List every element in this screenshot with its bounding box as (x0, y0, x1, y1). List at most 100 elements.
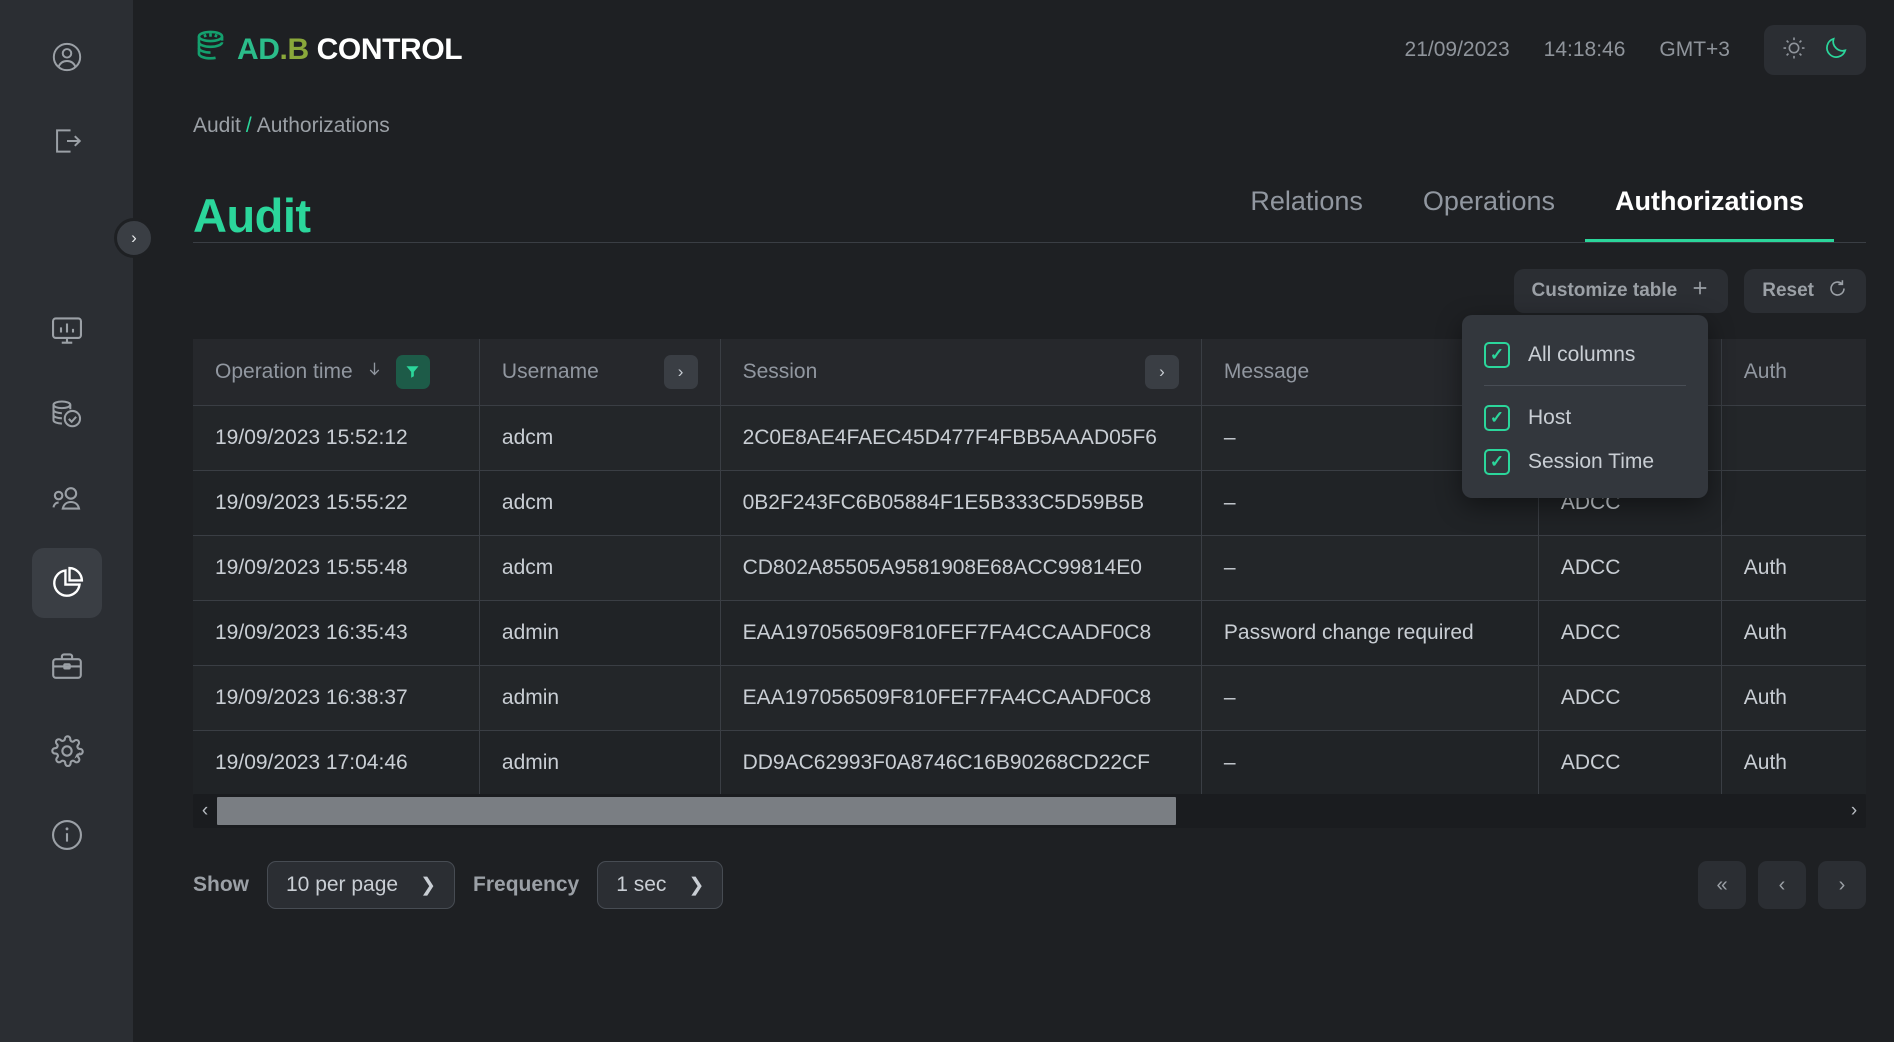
checkbox-checked-icon[interactable]: ✓ (1484, 342, 1510, 368)
scroll-right-icon[interactable]: › (1842, 800, 1866, 822)
scrollbar-thumb[interactable] (217, 797, 1176, 825)
sidebar-main-group (31, 296, 102, 870)
column-header-operation-time[interactable]: Operation time (193, 339, 480, 406)
briefcase-icon (49, 649, 85, 685)
breadcrumb: Audit / Authorizations (133, 100, 1894, 138)
header-time: 14:18:46 (1543, 38, 1626, 61)
table-row[interactable]: 19/09/2023 16:38:37 admin EAA197056509F8… (193, 665, 1866, 731)
per-page-select[interactable]: 10 per page ❯ (267, 861, 456, 909)
sidebar-top-group (32, 22, 102, 176)
sidebar-item-backup[interactable] (32, 380, 102, 450)
reset-label: Reset (1762, 280, 1814, 301)
cell-username: adcm (479, 535, 721, 601)
dropdown-item-host[interactable]: ✓ Host (1462, 396, 1708, 440)
cell-session: CD802A85505A9581908E68ACC99814E0 (720, 535, 1202, 601)
main-content: AD.B CONTROL 21/09/2023 14:18:46 GMT+3 A… (133, 0, 1894, 1042)
columns-dropdown: ✓ All columns ✓ Host ✓ Session Time (1462, 315, 1708, 498)
scrollbar-track[interactable] (217, 797, 1842, 825)
column-label-message: Message (1223, 359, 1310, 383)
filter-icon[interactable] (395, 354, 430, 389)
checkbox-checked-icon[interactable]: ✓ (1484, 405, 1510, 431)
dropdown-label-session-time: Session Time (1528, 450, 1655, 473)
logout-icon (50, 124, 84, 158)
first-page-button[interactable]: « (1698, 861, 1746, 909)
brand-name: AD.B CONTROL (237, 33, 463, 67)
breadcrumb-current: Authorizations (256, 114, 390, 137)
sidebar-item-logout[interactable] (32, 106, 102, 176)
breadcrumb-root[interactable]: Audit (193, 114, 241, 137)
backup-icon (49, 397, 85, 433)
frequency-label: Frequency (473, 873, 580, 896)
table-row[interactable]: 19/09/2023 17:04:46 admin DD9AC62993F0A8… (193, 730, 1866, 794)
cell-auth-type: ADCC (1538, 730, 1722, 794)
sidebar-item-account[interactable] (32, 22, 102, 92)
arrow-down-icon[interactable] (365, 359, 384, 384)
cell-operation-time: 19/09/2023 16:35:43 (193, 600, 480, 666)
sidebar-item-monitoring[interactable] (32, 296, 102, 366)
sidebar-item-info[interactable] (32, 800, 102, 870)
cell-username: admin (479, 665, 721, 731)
tab-relations[interactable]: Relations (1220, 186, 1393, 243)
audit-icon (48, 564, 86, 602)
sidebar-item-audit[interactable] (31, 548, 102, 618)
checkbox-checked-icon[interactable]: ✓ (1484, 449, 1510, 475)
theme-toggle[interactable] (1764, 25, 1866, 75)
next-page-button[interactable]: › (1818, 861, 1866, 909)
header-date: 21/09/2023 (1404, 38, 1510, 61)
sidebar-item-jobs[interactable] (32, 632, 102, 702)
cell-auth-type: ADCC (1538, 535, 1722, 601)
sun-icon[interactable] (1781, 35, 1807, 66)
database-stack-icon (193, 27, 235, 74)
scroll-left-icon[interactable]: ‹ (193, 800, 217, 822)
cell-session: EAA197056509F810FEF7FA4CCAADF0C8 (720, 665, 1202, 731)
cell-auth-type: ADCC (1538, 600, 1722, 666)
cell-operation-time: 19/09/2023 17:04:46 (193, 730, 480, 794)
horizontal-scrollbar[interactable]: ‹ › (193, 794, 1866, 828)
column-label-operation-time: Operation time (215, 359, 353, 383)
moon-icon[interactable] (1823, 35, 1849, 66)
cell-username: adcm (479, 405, 721, 471)
cell-operation-time: 19/09/2023 16:38:37 (193, 665, 480, 731)
table-row[interactable]: 19/09/2023 16:35:43 admin EAA197056509F8… (193, 600, 1866, 666)
table-footer: Show 10 per page ❯ Frequency 1 sec ❯ « ‹… (193, 861, 1866, 909)
frequency-select[interactable]: 1 sec ❯ (597, 861, 724, 909)
dropdown-divider (1484, 385, 1686, 386)
chevron-right-icon[interactable]: › (1144, 354, 1179, 389)
account-icon (50, 40, 84, 74)
dropdown-item-session-time[interactable]: ✓ Session Time (1462, 440, 1708, 484)
cell-username: adcm (479, 470, 721, 536)
tab-operations[interactable]: Operations (1393, 186, 1585, 243)
reset-button[interactable]: Reset (1744, 269, 1866, 313)
chevron-right-icon: ❯ (688, 874, 705, 896)
column-header-session[interactable]: Session › (720, 339, 1202, 406)
per-page-value: 10 per page (286, 873, 399, 896)
sidebar-item-users[interactable] (32, 464, 102, 534)
reset-icon (1827, 278, 1848, 305)
title-row: Audit Relations Operations Authorization… (133, 138, 1894, 243)
brand-name-part2: .B (279, 33, 310, 66)
settings-icon (49, 733, 85, 769)
prev-page-button[interactable]: ‹ (1758, 861, 1806, 909)
brand-logo: AD.B CONTROL (193, 27, 463, 74)
topbar: AD.B CONTROL 21/09/2023 14:18:46 GMT+3 (133, 0, 1894, 100)
cell-auth: Auth (1721, 730, 1866, 794)
tab-authorizations[interactable]: Authorizations (1585, 186, 1834, 243)
info-icon (49, 817, 85, 853)
table-row[interactable]: 19/09/2023 15:55:48 adcm CD802A85505A958… (193, 535, 1866, 601)
column-label-session: Session (742, 359, 818, 383)
brand-name-part3: CONTROL (308, 33, 463, 66)
table-toolbar: Customize table Reset ✓ All columns ✓ Ho… (133, 243, 1894, 498)
column-header-auth[interactable]: Auth (1721, 339, 1866, 406)
header-timezone: GMT+3 (1659, 38, 1730, 61)
dropdown-item-all-columns[interactable]: ✓ All columns (1462, 333, 1708, 377)
chevron-right-icon[interactable]: › (663, 354, 698, 389)
column-label-auth: Auth (1743, 359, 1787, 383)
customize-table-button[interactable]: Customize table (1513, 269, 1729, 313)
cell-auth: Auth (1721, 535, 1866, 601)
cell-username: admin (479, 730, 721, 794)
column-header-username[interactable]: Username › (479, 339, 721, 406)
sidebar-item-settings[interactable] (32, 716, 102, 786)
frequency-value: 1 sec (616, 873, 667, 896)
page-title: Audit (193, 189, 311, 242)
plus-icon (1690, 278, 1710, 304)
